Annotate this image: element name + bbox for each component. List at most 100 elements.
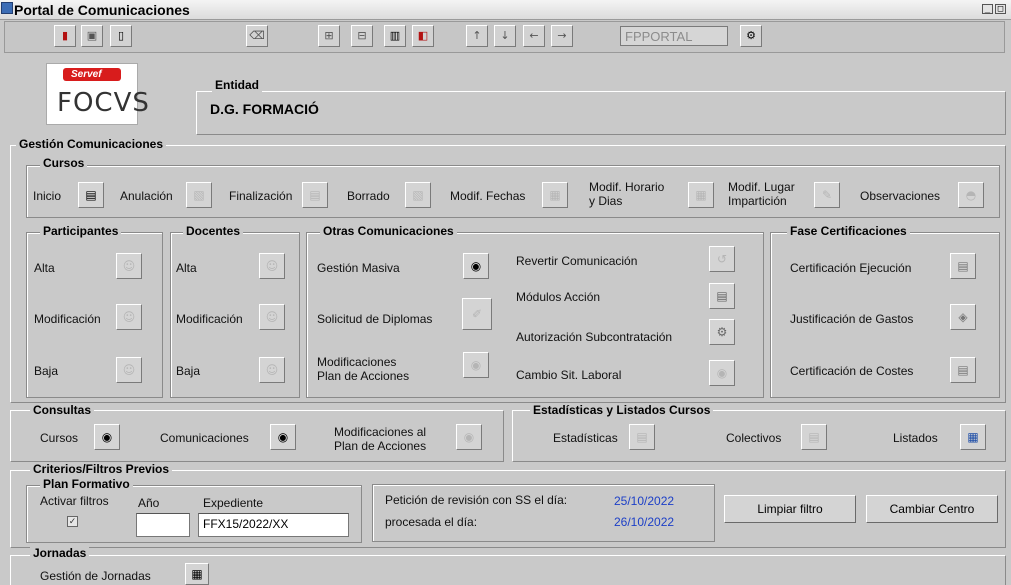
docente-alta-label: Alta <box>176 261 197 275</box>
docente-baja-button[interactable]: ☺ <box>259 357 285 383</box>
listados-label: Listados <box>893 431 938 445</box>
curso-modif-fechas-label: Modif. Fechas <box>450 189 526 203</box>
exit-icon[interactable]: ▮ <box>54 25 76 47</box>
entity-legend: Entidad <box>212 78 262 92</box>
docente-alta-button[interactable]: ☺ <box>259 253 285 279</box>
docente-baja-label: Baja <box>176 364 201 378</box>
listados-button[interactable]: ▦ <box>960 424 986 450</box>
estadisticas-legend: Estadísticas y Listados Cursos <box>530 403 714 417</box>
execute-query-icon[interactable]: ◧ <box>412 25 434 47</box>
logo-main-text: FOCVS <box>57 88 150 118</box>
autorizacion-subcontratacion-button[interactable]: ⚙ <box>709 319 735 345</box>
fase-legend: Fase Certificaciones <box>787 224 910 238</box>
consulta-cursos-button[interactable]: ◉ <box>94 424 120 450</box>
maximize-button[interactable]: □ <box>995 4 1006 14</box>
save-icon[interactable]: ▣ <box>81 25 103 47</box>
expediente-input[interactable]: FFX15/2022/XX <box>198 513 349 537</box>
curso-borrado-button[interactable]: ▧ <box>405 182 431 208</box>
solicitud-diplomas-button[interactable]: ✐ <box>462 298 492 330</box>
insert-record-icon[interactable]: ⊞ <box>318 25 340 47</box>
toolbar-field[interactable]: FPPORTAL <box>620 26 728 46</box>
consultas-group <box>10 410 504 462</box>
arrow-right-icon[interactable]: → <box>551 25 573 47</box>
participante-modificacion-label: Modificación <box>34 312 101 326</box>
curso-observaciones-label: Observaciones <box>860 189 941 203</box>
participante-alta-label: Alta <box>34 261 55 275</box>
peticion-date: 25/10/2022 <box>614 494 675 508</box>
certificacion-ejecucion-button[interactable]: ▤ <box>950 253 976 279</box>
activar-filtros-checkbox[interactable]: ✓ <box>67 516 78 527</box>
curso-modif-horario-button[interactable]: ▦ <box>688 182 714 208</box>
expediente-label: Expediente <box>203 496 264 510</box>
procesada-date: 26/10/2022 <box>614 515 675 529</box>
revertir-comunicacion-label: Revertir Comunicación <box>516 254 638 268</box>
curso-modif-horario-label: Modif. Horario y Dias <box>589 180 665 208</box>
procesada-label: procesada el día: <box>385 515 478 529</box>
consulta-cursos-label: Cursos <box>40 431 79 445</box>
cambio-sit-laboral-button[interactable]: ◉ <box>709 360 735 386</box>
cursos-legend: Cursos <box>40 156 88 170</box>
certificacion-costes-button[interactable]: ▤ <box>950 357 976 383</box>
curso-modif-lugar-button[interactable]: ✎ <box>814 182 840 208</box>
arrow-up-icon[interactable]: ↑ <box>466 25 488 47</box>
limpiar-filtro-button[interactable]: Limpiar filtro <box>724 495 856 523</box>
settings-icon[interactable]: ⚙ <box>740 25 762 47</box>
gestion-masiva-button[interactable]: ◉ <box>463 253 489 279</box>
curso-anulacion-label: Anulación <box>120 189 173 203</box>
query-icon[interactable]: ▥ <box>384 25 406 47</box>
consulta-comunicaciones-label: Comunicaciones <box>160 431 249 445</box>
justificacion-gastos-button[interactable]: ◈ <box>950 304 976 330</box>
docente-modificacion-button[interactable]: ☺ <box>259 304 285 330</box>
cambiar-centro-button[interactable]: Cambiar Centro <box>866 495 998 523</box>
gestion-jornadas-button[interactable]: ▦ <box>185 563 209 585</box>
curso-inicio-label: Inicio <box>33 189 62 203</box>
anio-label: Año <box>138 496 160 510</box>
plan-formativo-legend: Plan Formativo <box>40 477 133 491</box>
estadisticas-button[interactable]: ▤ <box>629 424 655 450</box>
estadisticas-label: Estadísticas <box>553 431 618 445</box>
participante-baja-label: Baja <box>34 364 59 378</box>
participantes-legend: Participantes <box>40 224 122 238</box>
duplicate-record-icon[interactable]: ⊟ <box>351 25 373 47</box>
peticion-label: Petición de revisión con SS el día: <box>385 493 568 507</box>
modulos-accion-button[interactable]: ▤ <box>709 283 735 309</box>
participante-baja-button[interactable]: ☺ <box>116 357 142 383</box>
curso-finalizacion-label: Finalización <box>229 189 293 203</box>
new-document-icon[interactable]: ▯ <box>110 25 132 47</box>
gestion-legend: Gestión Comunicaciones <box>16 137 167 151</box>
anio-input[interactable] <box>136 513 190 537</box>
title-bar: Portal de Comunicaciones _ □ <box>0 0 1011 20</box>
activar-filtros-label: Activar filtros <box>40 494 109 508</box>
curso-modif-fechas-button[interactable]: ▦ <box>542 182 568 208</box>
clear-icon[interactable]: ⌫ <box>246 25 268 47</box>
consulta-modificaciones-label: Modificaciones al Plan de Acciones <box>334 425 427 453</box>
curso-modif-lugar-label: Modif. Lugar Impartición <box>728 180 795 208</box>
colectivos-button[interactable]: ▤ <box>801 424 827 450</box>
consultas-legend: Consultas <box>30 403 95 417</box>
participante-alta-button[interactable]: ☺ <box>116 253 142 279</box>
docente-modificacion-label: Modificación <box>176 312 243 326</box>
modificaciones-plan-button[interactable]: ◉ <box>463 352 489 378</box>
participante-modificacion-button[interactable]: ☺ <box>116 304 142 330</box>
cambio-sit-laboral-label: Cambio Sit. Laboral <box>516 368 622 382</box>
curso-inicio-button[interactable]: ▤ <box>78 182 104 208</box>
jornadas-group <box>10 555 1006 585</box>
curso-finalizacion-button[interactable]: ▤ <box>302 182 328 208</box>
consulta-comunicaciones-button[interactable]: ◉ <box>270 424 296 450</box>
modificaciones-plan-label: Modificaciones Plan de Acciones <box>317 355 410 383</box>
window-title: Portal de Comunicaciones <box>14 2 190 18</box>
certificacion-ejecucion-label: Certificación Ejecución <box>790 261 912 275</box>
app-icon <box>1 2 13 14</box>
logo-top-text: Servef <box>71 69 102 80</box>
servef-focvs-logo: Servef FOCVS <box>46 63 149 125</box>
revertir-comunicacion-button[interactable]: ↺ <box>709 246 735 272</box>
consulta-modificaciones-button[interactable]: ◉ <box>456 424 482 450</box>
curso-observaciones-button[interactable]: ◓ <box>958 182 984 208</box>
entity-name: D.G. FORMACIÓ <box>210 101 319 117</box>
solicitud-diplomas-label: Solicitud de Diplomas <box>317 312 433 326</box>
curso-anulacion-button[interactable]: ▧ <box>186 182 212 208</box>
arrow-left-icon[interactable]: ← <box>523 25 545 47</box>
minimize-button[interactable]: _ <box>982 4 993 14</box>
arrow-down-icon[interactable]: ↓ <box>494 25 516 47</box>
certificacion-costes-label: Certificación de Costes <box>790 364 914 378</box>
